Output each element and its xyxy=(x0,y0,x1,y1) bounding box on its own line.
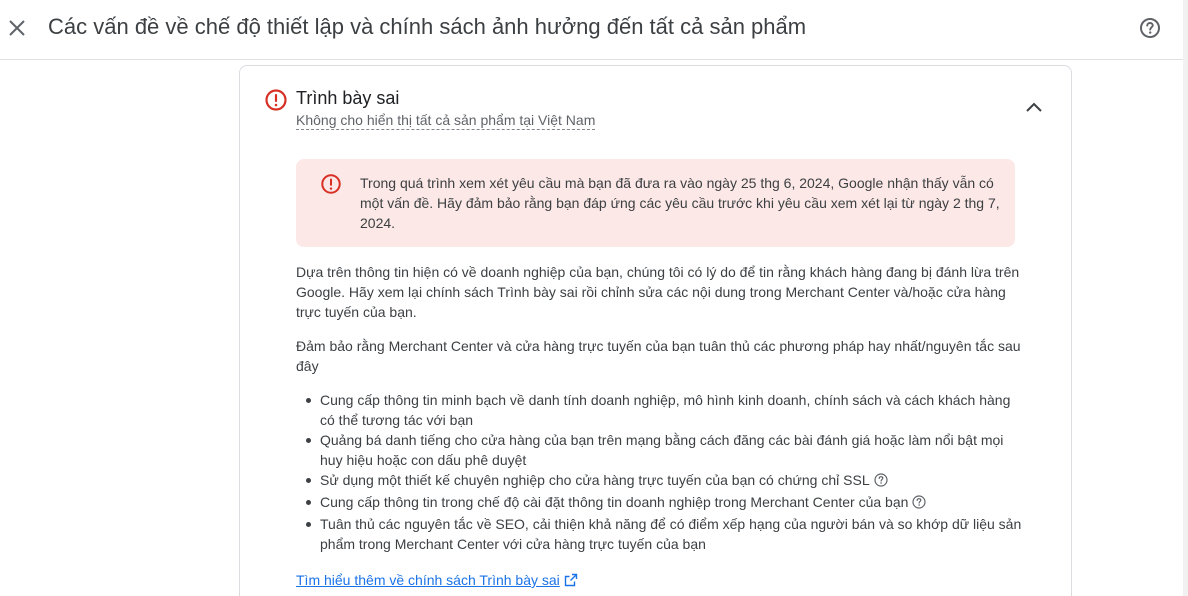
page-title: Các vấn đề về chế độ thiết lập và chính … xyxy=(48,14,807,39)
scrollbar[interactable] xyxy=(1183,0,1188,596)
review-alert: Trong quá trình xem xét yêu cầu mà bạn đ… xyxy=(296,159,1015,247)
help-circle-icon[interactable] xyxy=(912,495,927,509)
list-item: Cung cấp thông tin minh bạch về danh tín… xyxy=(296,390,1024,430)
list-item-text: Tuân thủ các nguyên tắc về SEO, cải thiệ… xyxy=(320,516,1022,552)
alert-message: Trong quá trình xem xét yêu cầu mà bạn đ… xyxy=(360,175,1000,231)
help-circle-icon[interactable] xyxy=(874,473,888,487)
issue-subtitle[interactable]: Không cho hiển thị tất cả sản phẩm tại V… xyxy=(296,112,596,130)
issue-title: Trình bày sai xyxy=(296,88,400,108)
issue-card: Trình bày sai Không cho hiển thị tất cả … xyxy=(239,65,1072,596)
guidelines-intro: Đảm bảo rằng Merchant Center và cửa hàng… xyxy=(296,338,1021,374)
close-icon xyxy=(9,20,25,36)
collapse-button[interactable] xyxy=(1020,94,1048,122)
list-item-text: Cung cấp thông tin minh bạch về danh tín… xyxy=(320,392,1011,428)
top-bar: Các vấn đề về chế độ thiết lập và chính … xyxy=(0,0,1188,60)
help-button[interactable] xyxy=(1138,16,1162,40)
error-circle-icon xyxy=(321,174,341,194)
close-button[interactable] xyxy=(4,14,30,42)
list-item: Tuân thủ các nguyên tắc về SEO, cải thiệ… xyxy=(296,514,1024,554)
guidelines-list: Cung cấp thông tin minh bạch về danh tín… xyxy=(296,390,1024,554)
list-item: Quảng bá danh tiếng cho cửa hàng của bạn… xyxy=(296,430,1024,470)
chevron-up-icon xyxy=(1026,102,1042,112)
learn-more-label: Tìm hiểu thêm về chính sách Trình bày sa… xyxy=(296,572,560,588)
list-item: Sử dụng một thiết kế chuyên nghiệp cho c… xyxy=(296,470,1024,490)
open-in-new-icon xyxy=(564,573,577,587)
description-paragraph: Dựa trên thông tin hiện có về doanh nghi… xyxy=(296,264,1020,320)
list-item: Cung cấp thông tin trong chế độ cài đặt … xyxy=(296,492,1024,512)
learn-more-link[interactable]: Tìm hiểu thêm về chính sách Trình bày sa… xyxy=(296,570,578,590)
list-item-text: Quảng bá danh tiếng cho cửa hàng của bạn… xyxy=(320,432,1004,468)
list-item-text: Cung cấp thông tin trong chế độ cài đặt … xyxy=(320,494,909,510)
list-item-text: Sử dụng một thiết kế chuyên nghiệp cho c… xyxy=(320,472,870,488)
error-circle-icon xyxy=(265,89,287,111)
help-circle-icon xyxy=(1140,18,1160,38)
